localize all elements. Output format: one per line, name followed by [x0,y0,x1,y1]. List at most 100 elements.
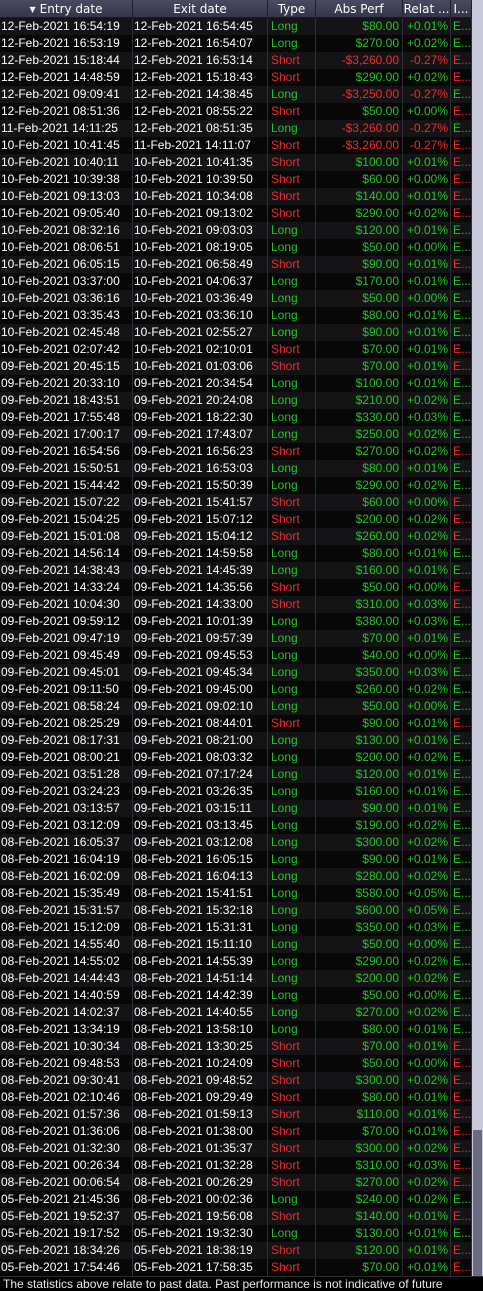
table-row[interactable]: 11-Feb-2021 14:11:25 12-Feb-2021 08:51:35… [0,120,472,137]
table-row[interactable]: 08-Feb-2021 00:26:34 08-Feb-2021 01:32:28… [0,1157,472,1174]
column-header-type[interactable]: Type [268,0,316,18]
trade-type-cell: Long [268,664,316,681]
table-row[interactable]: 08-Feb-2021 16:02:09 08-Feb-2021 16:04:13… [0,868,472,885]
table-row[interactable]: 05-Feb-2021 19:52:37 05-Feb-2021 19:56:08… [0,1208,472,1225]
table-row[interactable]: 10-Feb-2021 02:45:48 10-Feb-2021 02:55:27… [0,324,472,341]
table-row[interactable]: 08-Feb-2021 15:12:09 08-Feb-2021 15:31:31… [0,919,472,936]
abs-perf-cell: $90.00 [316,256,403,273]
table-row[interactable]: 05-Feb-2021 19:17:52 05-Feb-2021 19:32:30… [0,1225,472,1242]
table-row[interactable]: 08-Feb-2021 14:55:02 08-Feb-2021 14:55:39… [0,953,472,970]
table-row[interactable]: 09-Feb-2021 17:55:48 09-Feb-2021 18:22:30… [0,409,472,426]
table-row[interactable]: 09-Feb-2021 18:43:51 09-Feb-2021 20:24:08… [0,392,472,409]
table-row[interactable]: 08-Feb-2021 01:32:30 08-Feb-2021 01:35:37… [0,1140,472,1157]
table-row[interactable]: 10-Feb-2021 10:41:45 11-Feb-2021 14:11:07… [0,137,472,154]
table-row[interactable]: 08-Feb-2021 00:06:54 08-Feb-2021 00:26:29… [0,1174,472,1191]
table-row[interactable]: 08-Feb-2021 10:30:34 08-Feb-2021 13:30:25… [0,1038,472,1055]
table-row[interactable]: 09-Feb-2021 08:58:24 09-Feb-2021 09:02:10… [0,698,472,715]
exit-date-cell: 08-Feb-2021 01:38:00 [133,1123,268,1140]
table-row[interactable]: 10-Feb-2021 08:32:16 10-Feb-2021 09:03:03… [0,222,472,239]
table-row[interactable]: 10-Feb-2021 10:40:11 10-Feb-2021 10:41:35… [0,154,472,171]
table-row[interactable]: 08-Feb-2021 15:31:57 08-Feb-2021 15:32:18… [0,902,472,919]
table-row[interactable]: 08-Feb-2021 14:02:37 08-Feb-2021 14:40:55… [0,1004,472,1021]
table-row[interactable]: 08-Feb-2021 09:48:53 08-Feb-2021 10:24:09… [0,1055,472,1072]
table-row[interactable]: 08-Feb-2021 02:10:46 08-Feb-2021 09:29:49… [0,1089,472,1106]
abs-perf-cell: $330.00 [316,409,403,426]
table-row[interactable]: 09-Feb-2021 03:12:09 09-Feb-2021 03:13:45… [0,817,472,834]
table-row[interactable]: 05-Feb-2021 18:34:26 05-Feb-2021 18:38:19… [0,1242,472,1259]
table-row[interactable]: 08-Feb-2021 13:34:19 08-Feb-2021 13:58:10… [0,1021,472,1038]
table-row[interactable]: 09-Feb-2021 08:00:21 09-Feb-2021 08:03:32… [0,749,472,766]
instrument-cell: E... [453,681,472,698]
table-row[interactable]: 09-Feb-2021 15:07:22 09-Feb-2021 15:41:57… [0,494,472,511]
table-row[interactable]: 09-Feb-2021 15:01:08 09-Feb-2021 15:04:12… [0,528,472,545]
rel-perf-cell: +0.02% [403,205,451,222]
column-header-exit-date[interactable]: Exit date [133,0,268,18]
table-row[interactable]: 10-Feb-2021 06:05:15 10-Feb-2021 06:58:49… [0,256,472,273]
table-row[interactable]: 09-Feb-2021 10:04:30 09-Feb-2021 14:33:00… [0,596,472,613]
table-row[interactable]: 09-Feb-2021 20:33:10 09-Feb-2021 20:34:54… [0,375,472,392]
rel-perf-cell: +0.02% [403,1174,451,1191]
column-header-rel-perf[interactable]: Relat ... [403,0,451,18]
table-row[interactable]: 09-Feb-2021 14:33:24 09-Feb-2021 14:35:56… [0,579,472,596]
abs-perf-cell: $120.00 [316,222,403,239]
column-header-entry-date[interactable]: ▼ Entry date [0,0,133,18]
table-row[interactable]: 05-Feb-2021 21:45:36 08-Feb-2021 00:02:36… [0,1191,472,1208]
table-row[interactable]: 09-Feb-2021 09:59:12 09-Feb-2021 10:01:39… [0,613,472,630]
table-row[interactable]: 09-Feb-2021 15:04:25 09-Feb-2021 15:07:12… [0,511,472,528]
column-header-instrument[interactable]: I... [451,0,472,18]
table-row[interactable]: 09-Feb-2021 17:00:17 09-Feb-2021 17:43:07… [0,426,472,443]
table-row[interactable]: 10-Feb-2021 09:05:40 10-Feb-2021 09:13:02… [0,205,472,222]
table-row[interactable]: 09-Feb-2021 08:25:29 09-Feb-2021 08:44:01… [0,715,472,732]
rel-perf-cell: +0.01% [403,1208,451,1225]
table-row[interactable]: 09-Feb-2021 09:47:19 09-Feb-2021 09:57:39… [0,630,472,647]
vertical-scrollbar[interactable] [472,0,483,1276]
table-row[interactable]: 08-Feb-2021 01:57:36 08-Feb-2021 01:59:13… [0,1106,472,1123]
exit-date-cell: 10-Feb-2021 04:06:37 [133,273,268,290]
table-row[interactable]: 08-Feb-2021 16:05:37 09-Feb-2021 03:12:08… [0,834,472,851]
instrument-cell: E... [453,851,472,868]
table-row[interactable]: 08-Feb-2021 14:40:59 08-Feb-2021 14:42:39… [0,987,472,1004]
table-row[interactable]: 12-Feb-2021 16:53:19 12-Feb-2021 16:54:07… [0,35,472,52]
table-row[interactable]: 09-Feb-2021 09:11:50 09-Feb-2021 09:45:00… [0,681,472,698]
trade-type-cell: Short [268,1123,316,1140]
table-row[interactable]: 09-Feb-2021 03:51:28 09-Feb-2021 07:17:24… [0,766,472,783]
table-row[interactable]: 08-Feb-2021 14:55:40 08-Feb-2021 15:11:10… [0,936,472,953]
table-row[interactable]: 10-Feb-2021 02:07:42 10-Feb-2021 02:10:01… [0,341,472,358]
abs-perf-cell: $50.00 [316,239,403,256]
instrument-cell: E... [453,307,472,324]
table-row[interactable]: 09-Feb-2021 08:17:31 09-Feb-2021 08:21:00… [0,732,472,749]
exit-date-cell: 09-Feb-2021 10:01:39 [133,613,268,630]
table-row[interactable]: 09-Feb-2021 14:38:43 09-Feb-2021 14:45:39… [0,562,472,579]
table-row[interactable]: 09-Feb-2021 14:56:14 09-Feb-2021 14:59:58… [0,545,472,562]
table-row[interactable]: 10-Feb-2021 10:39:38 10-Feb-2021 10:39:50… [0,171,472,188]
table-row[interactable]: 12-Feb-2021 09:09:41 12-Feb-2021 14:38:45… [0,86,472,103]
table-row[interactable]: 09-Feb-2021 16:54:56 09-Feb-2021 16:56:23… [0,443,472,460]
table-row[interactable]: 10-Feb-2021 03:35:43 10-Feb-2021 03:36:10… [0,307,472,324]
table-row[interactable]: 09-Feb-2021 03:13:57 09-Feb-2021 03:15:11… [0,800,472,817]
table-row[interactable]: 09-Feb-2021 09:45:49 09-Feb-2021 09:45:53… [0,647,472,664]
table-row[interactable]: 05-Feb-2021 17:54:46 05-Feb-2021 17:58:35… [0,1259,472,1276]
table-row[interactable]: 08-Feb-2021 15:35:49 08-Feb-2021 15:41:51… [0,885,472,902]
table-row[interactable]: 08-Feb-2021 09:30:41 08-Feb-2021 09:48:52… [0,1072,472,1089]
trade-type-cell: Long [268,290,316,307]
table-row[interactable]: 09-Feb-2021 15:44:42 09-Feb-2021 15:50:39… [0,477,472,494]
table-row[interactable]: 10-Feb-2021 09:13:03 10-Feb-2021 10:34:08… [0,188,472,205]
table-row[interactable]: 09-Feb-2021 20:45:15 10-Feb-2021 01:03:06… [0,358,472,375]
rel-perf-cell: +0.01% [403,154,451,171]
scrollbar-thumb[interactable] [473,1130,482,1276]
table-row[interactable]: 09-Feb-2021 09:45:01 09-Feb-2021 09:45:34… [0,664,472,681]
table-row[interactable]: 09-Feb-2021 15:50:51 09-Feb-2021 16:53:03… [0,460,472,477]
table-row[interactable]: 12-Feb-2021 15:18:44 12-Feb-2021 16:53:14… [0,52,472,69]
table-row[interactable]: 08-Feb-2021 14:44:43 08-Feb-2021 14:51:14… [0,970,472,987]
table-row[interactable]: 10-Feb-2021 03:37:00 10-Feb-2021 04:06:37… [0,273,472,290]
column-header-abs-perf[interactable]: Abs Perf [316,0,403,18]
table-row[interactable]: 09-Feb-2021 03:24:23 09-Feb-2021 03:26:35… [0,783,472,800]
table-row[interactable]: 10-Feb-2021 08:06:51 10-Feb-2021 08:19:05… [0,239,472,256]
table-row[interactable]: 12-Feb-2021 14:48:59 12-Feb-2021 15:18:43… [0,69,472,86]
table-row[interactable]: 08-Feb-2021 01:36:06 08-Feb-2021 01:38:00… [0,1123,472,1140]
table-row[interactable]: 10-Feb-2021 03:36:16 10-Feb-2021 03:36:49… [0,290,472,307]
table-row[interactable]: 12-Feb-2021 16:54:19 12-Feb-2021 16:54:45… [0,18,472,35]
table-row[interactable]: 12-Feb-2021 08:51:36 12-Feb-2021 08:55:22… [0,103,472,120]
entry-date-cell: 08-Feb-2021 14:02:37 [0,1004,133,1021]
table-row[interactable]: 08-Feb-2021 16:04:19 08-Feb-2021 16:05:15… [0,851,472,868]
